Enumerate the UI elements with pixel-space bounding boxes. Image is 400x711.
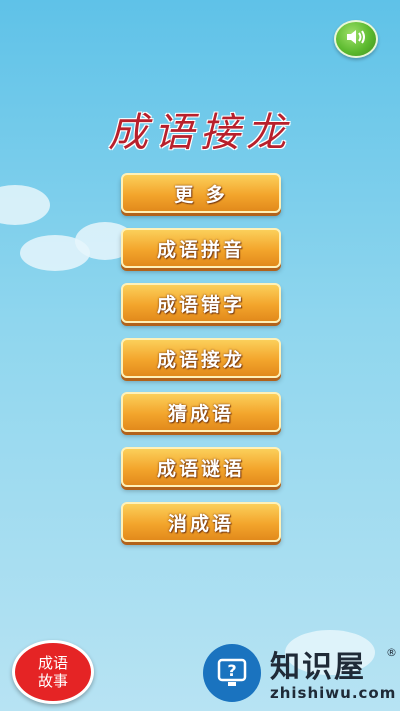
idiom-chain-button[interactable]: 成语接龙 xyxy=(121,338,281,378)
eliminate-idiom-button[interactable]: 消成语 xyxy=(121,502,281,542)
watermark-registered: ® xyxy=(386,646,397,659)
idiom-story-button[interactable]: 成语故事 xyxy=(12,640,94,704)
idiom-riddle-button[interactable]: 成语谜语 xyxy=(121,447,281,487)
site-watermark: ? 知识屋 ® zhishiwu.com xyxy=(200,640,400,706)
sound-toggle-button[interactable] xyxy=(334,20,378,58)
watermark-name: 知识屋 xyxy=(270,650,366,685)
more-button[interactable]: 更 多 xyxy=(121,173,281,213)
question-monitor-icon: ? xyxy=(203,644,261,702)
idiom-pinyin-button[interactable]: 成语拼音 xyxy=(121,228,281,268)
cloud xyxy=(0,185,50,225)
svg-text:?: ? xyxy=(227,661,236,680)
idiom-story-label: 成语故事 xyxy=(37,654,68,690)
game-title: 成语接龙 xyxy=(108,110,292,156)
guess-idiom-button[interactable]: 猜成语 xyxy=(121,392,281,432)
idiom-typo-button[interactable]: 成语错字 xyxy=(121,283,281,323)
speaker-icon xyxy=(345,28,367,50)
watermark-url: zhishiwu.com xyxy=(270,684,397,702)
